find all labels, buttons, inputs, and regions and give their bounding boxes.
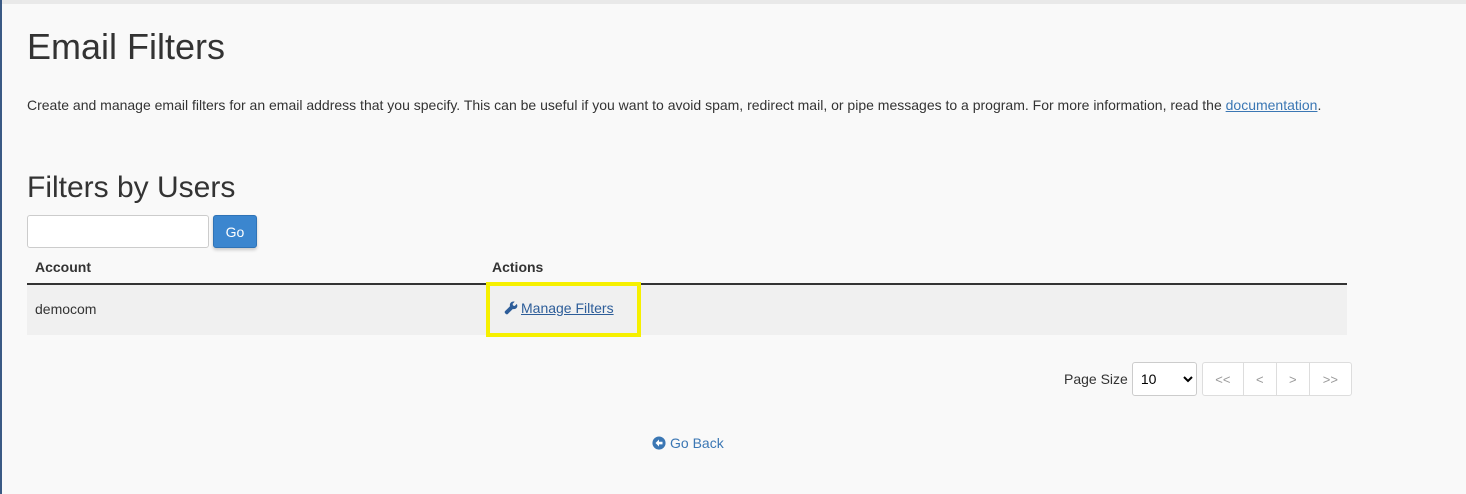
first-page-button[interactable]: << (1203, 363, 1244, 395)
table-row: democom Manage Filters (27, 282, 1347, 337)
wrench-icon (504, 301, 518, 315)
pagination: Page Size 10 << < > >> (1064, 362, 1352, 396)
last-page-button[interactable]: >> (1310, 363, 1351, 395)
filters-table: Account Actions democom Manage Filters (27, 252, 1347, 337)
header-actions: Actions (492, 259, 544, 275)
go-button[interactable]: Go (213, 215, 257, 248)
go-back-link[interactable]: Go Back (652, 435, 724, 451)
page-size-select[interactable]: 10 (1131, 362, 1197, 396)
circle-arrow-left-icon (652, 436, 666, 450)
manage-filters-link[interactable]: Manage Filters (504, 300, 614, 316)
section-title: Filters by Users (27, 171, 236, 204)
go-back-label: Go Back (670, 435, 724, 451)
documentation-link[interactable]: documentation (1226, 97, 1318, 113)
top-strip (2, 0, 1466, 4)
page-size-label: Page Size (1064, 371, 1128, 387)
page-title: Email Filters (27, 26, 226, 67)
intro-end: . (1317, 97, 1322, 113)
next-page-button[interactable]: > (1277, 363, 1310, 395)
page: Email Filters Create and manage email fi… (0, 0, 1466, 494)
prev-page-button[interactable]: < (1244, 363, 1277, 395)
intro-text: Create and manage email filters for an e… (27, 96, 1327, 114)
account-cell: democom (35, 301, 97, 317)
header-account[interactable]: Account (35, 259, 91, 275)
table-header: Account Actions (27, 252, 1347, 285)
intro-body: Create and manage email filters for an e… (27, 97, 1226, 113)
pager-buttons: << < > >> (1201, 362, 1352, 396)
manage-filters-label: Manage Filters (521, 300, 614, 316)
search-input[interactable] (27, 215, 209, 248)
